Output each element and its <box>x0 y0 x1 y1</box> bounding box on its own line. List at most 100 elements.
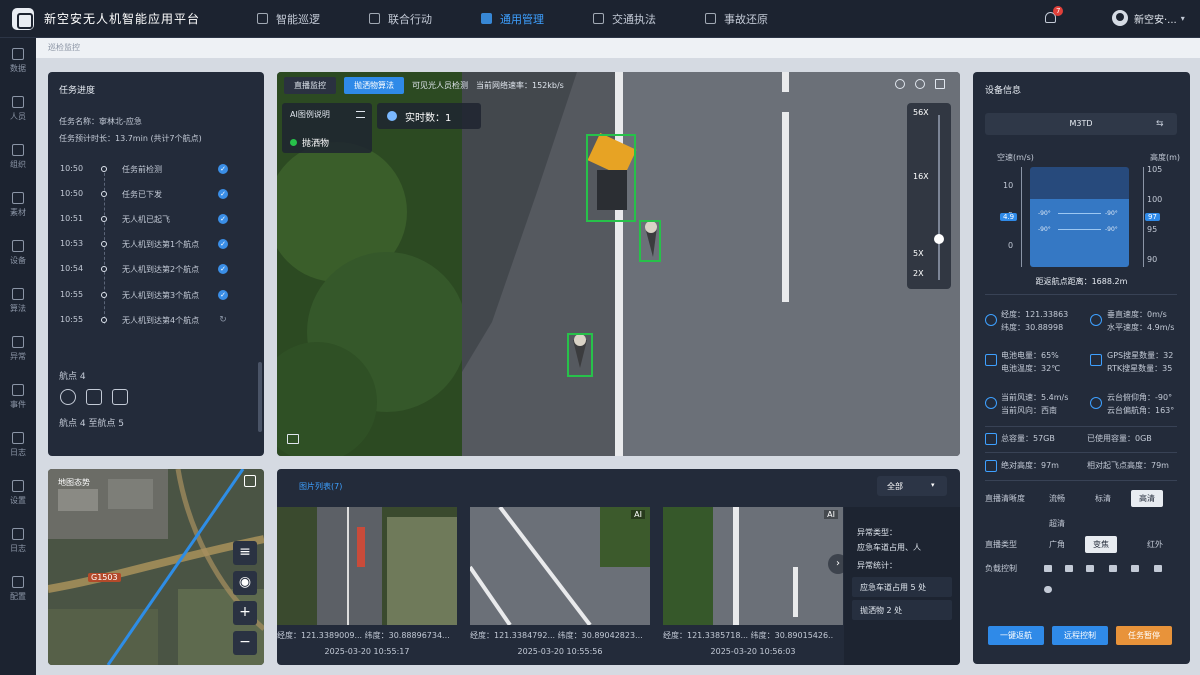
quality-option-selected[interactable]: 高清 <box>1131 490 1163 507</box>
zoom-slider-handle[interactable] <box>934 234 944 244</box>
timeline-time: 10:54 <box>60 264 84 273</box>
quality-option[interactable]: 超清 <box>1041 515 1073 532</box>
image-thumbnail[interactable] <box>277 507 457 625</box>
detection-mode[interactable]: 可见光人员检测 <box>412 80 468 91</box>
scrollbar[interactable] <box>258 362 262 432</box>
detection-box[interactable] <box>567 333 593 377</box>
rail-item-event[interactable]: 事件 <box>0 384 36 410</box>
rail-item-algorithm[interactable]: 算法 <box>0 288 36 314</box>
anomaly-summary: 异常类型： 应急车道占用、人 异常统计： 应急车道占用 5 处 抛洒物 2 处 <box>844 507 960 665</box>
avatar-icon <box>1112 10 1128 26</box>
video-panel[interactable]: 直播监控 抛洒物算法 可见光人员检测 当前网络速率：152kb/s AI图例说明… <box>277 72 960 456</box>
zoom-in-button[interactable]: + <box>233 601 257 625</box>
nav-tab-joint-action[interactable]: 联合行动 <box>351 0 463 38</box>
anomaly-stat-item[interactable]: 应急车道占用 5 处 <box>852 577 952 597</box>
road-label: G1503 <box>88 573 121 582</box>
light-icon[interactable] <box>1044 586 1052 593</box>
type-option[interactable]: 红外 <box>1139 536 1171 553</box>
return-home-button[interactable]: 一键返航 <box>988 626 1044 645</box>
divider <box>985 294 1177 295</box>
zoom-control[interactable]: 56X 16X 5X 2X <box>907 103 951 289</box>
detection-box[interactable] <box>639 220 661 262</box>
rail-label: 设备 <box>10 256 26 265</box>
rail-item-material[interactable]: 素材 <box>0 192 36 218</box>
rail-item-settings[interactable]: 设置 <box>0 480 36 506</box>
nav-tab-patrol[interactable]: 智能巡逻 <box>239 0 351 38</box>
fullscreen-icon[interactable] <box>935 79 945 89</box>
refresh-icon[interactable] <box>895 79 905 89</box>
type-option[interactable]: 广角 <box>1041 536 1073 553</box>
timeline-label: 无人机到达第4个航点 <box>122 316 200 325</box>
timeline-label: 无人机已起飞 <box>122 215 170 224</box>
quality-option[interactable]: 流畅 <box>1041 490 1073 507</box>
adjust-icon[interactable] <box>1109 565 1117 572</box>
snapshot-icon[interactable] <box>287 434 299 444</box>
map-panel[interactable]: 地图态势 G1503 ≡ ◉ + − <box>48 469 264 665</box>
waypoint-segment: 航点 4 至航点 5 <box>59 419 125 429</box>
ai-legend-title: AI图例说明 <box>290 110 330 119</box>
timeline-item: 10:55 无人机到达第3个航点 ✓ <box>60 290 250 304</box>
timeline-dot <box>101 266 107 272</box>
height-icon <box>985 460 997 472</box>
timeline-time: 10:50 <box>60 189 84 198</box>
tab-live-monitor[interactable]: 直播监控 <box>284 77 336 94</box>
chevron-down-icon: ▾ <box>931 481 935 489</box>
zoom-icon[interactable] <box>60 389 76 405</box>
car-icon <box>705 13 716 24</box>
rail-item-anomaly[interactable]: 异常 <box>0 336 36 362</box>
nav-tab-traffic-enforcement[interactable]: 交通执法 <box>575 0 687 38</box>
lock-icon[interactable] <box>1154 565 1162 572</box>
nav-tab-accident-restore[interactable]: 事故还原 <box>687 0 799 38</box>
tab-debris-algorithm[interactable]: 抛洒物算法 <box>344 77 404 94</box>
breadcrumb[interactable]: 巡检监控 <box>48 42 80 53</box>
walk-icon[interactable] <box>112 389 128 405</box>
user-menu[interactable]: 新空安·... ▾ <box>1112 10 1185 26</box>
quality-option[interactable]: 标清 <box>1087 490 1119 507</box>
used-capacity: 已使用容量：0GB <box>1087 434 1152 443</box>
video-icon[interactable] <box>1065 565 1073 572</box>
nav-tab-general-management[interactable]: 通用管理 <box>463 0 575 38</box>
image-thumbnail[interactable]: AI <box>470 507 650 625</box>
speaker-icon[interactable] <box>1131 565 1139 572</box>
gate-icon[interactable] <box>86 389 102 405</box>
wind-direction: 当前风向：西南 <box>1001 406 1057 415</box>
rail-item-log[interactable]: 日志 <box>0 432 36 458</box>
stream-type-label: 直播类型 <box>985 540 1017 549</box>
remote-control-button[interactable]: 远程控制 <box>1052 626 1108 645</box>
gimbal-reset-icon[interactable] <box>1086 565 1094 572</box>
notification-button[interactable]: 7 <box>1043 6 1064 26</box>
realtime-count: 实时数：1 <box>377 103 481 129</box>
timeline-time: 10:55 <box>60 290 84 299</box>
expand-icon[interactable] <box>244 475 256 487</box>
rail-item-personnel[interactable]: 人员 <box>0 96 36 122</box>
type-option-selected[interactable]: 变焦 <box>1085 536 1117 553</box>
eye-button[interactable]: ◉ <box>233 571 257 595</box>
pitch-line <box>1058 229 1101 230</box>
payload-control-label: 负载控制 <box>985 564 1017 573</box>
image-filter-select[interactable]: 全部 ▾ <box>877 476 947 496</box>
rail-item-device[interactable]: 设备 <box>0 240 36 266</box>
menu-icon[interactable] <box>356 111 365 118</box>
zoom-out-button[interactable]: − <box>233 631 257 655</box>
camera-icon[interactable] <box>1044 565 1052 572</box>
anomaly-stat-item[interactable]: 抛洒物 2 处 <box>852 600 952 620</box>
image-thumbnail[interactable]: AI <box>663 507 843 625</box>
rail-item-data[interactable]: 数据 <box>0 48 36 74</box>
pitch-label: -90° <box>1105 226 1118 233</box>
share-icon[interactable] <box>915 79 925 89</box>
rail-item-log-2[interactable]: 日志 <box>0 528 36 554</box>
pause-task-button[interactable]: 任务暂停 <box>1116 626 1172 645</box>
device-model-select[interactable]: M3TD ⇆ <box>985 113 1177 135</box>
layers-button[interactable]: ≡ <box>233 541 257 565</box>
rail-label: 日志 <box>10 544 26 553</box>
rail-item-config[interactable]: 配置 <box>0 576 36 602</box>
chevron-down-icon: ▾ <box>1180 13 1185 23</box>
nav-tab-label: 智能巡逻 <box>276 12 320 26</box>
rail-item-organization[interactable]: 组织 <box>0 144 36 170</box>
swap-icon[interactable]: ⇆ <box>1156 113 1164 135</box>
task-duration: 任务预计时长：13.7min (共计7个航点) <box>59 134 202 143</box>
rail-label: 人员 <box>10 112 26 121</box>
altitude-tick: 95 <box>1147 225 1158 234</box>
detection-box[interactable] <box>586 134 636 222</box>
speed-icon <box>1090 314 1102 326</box>
